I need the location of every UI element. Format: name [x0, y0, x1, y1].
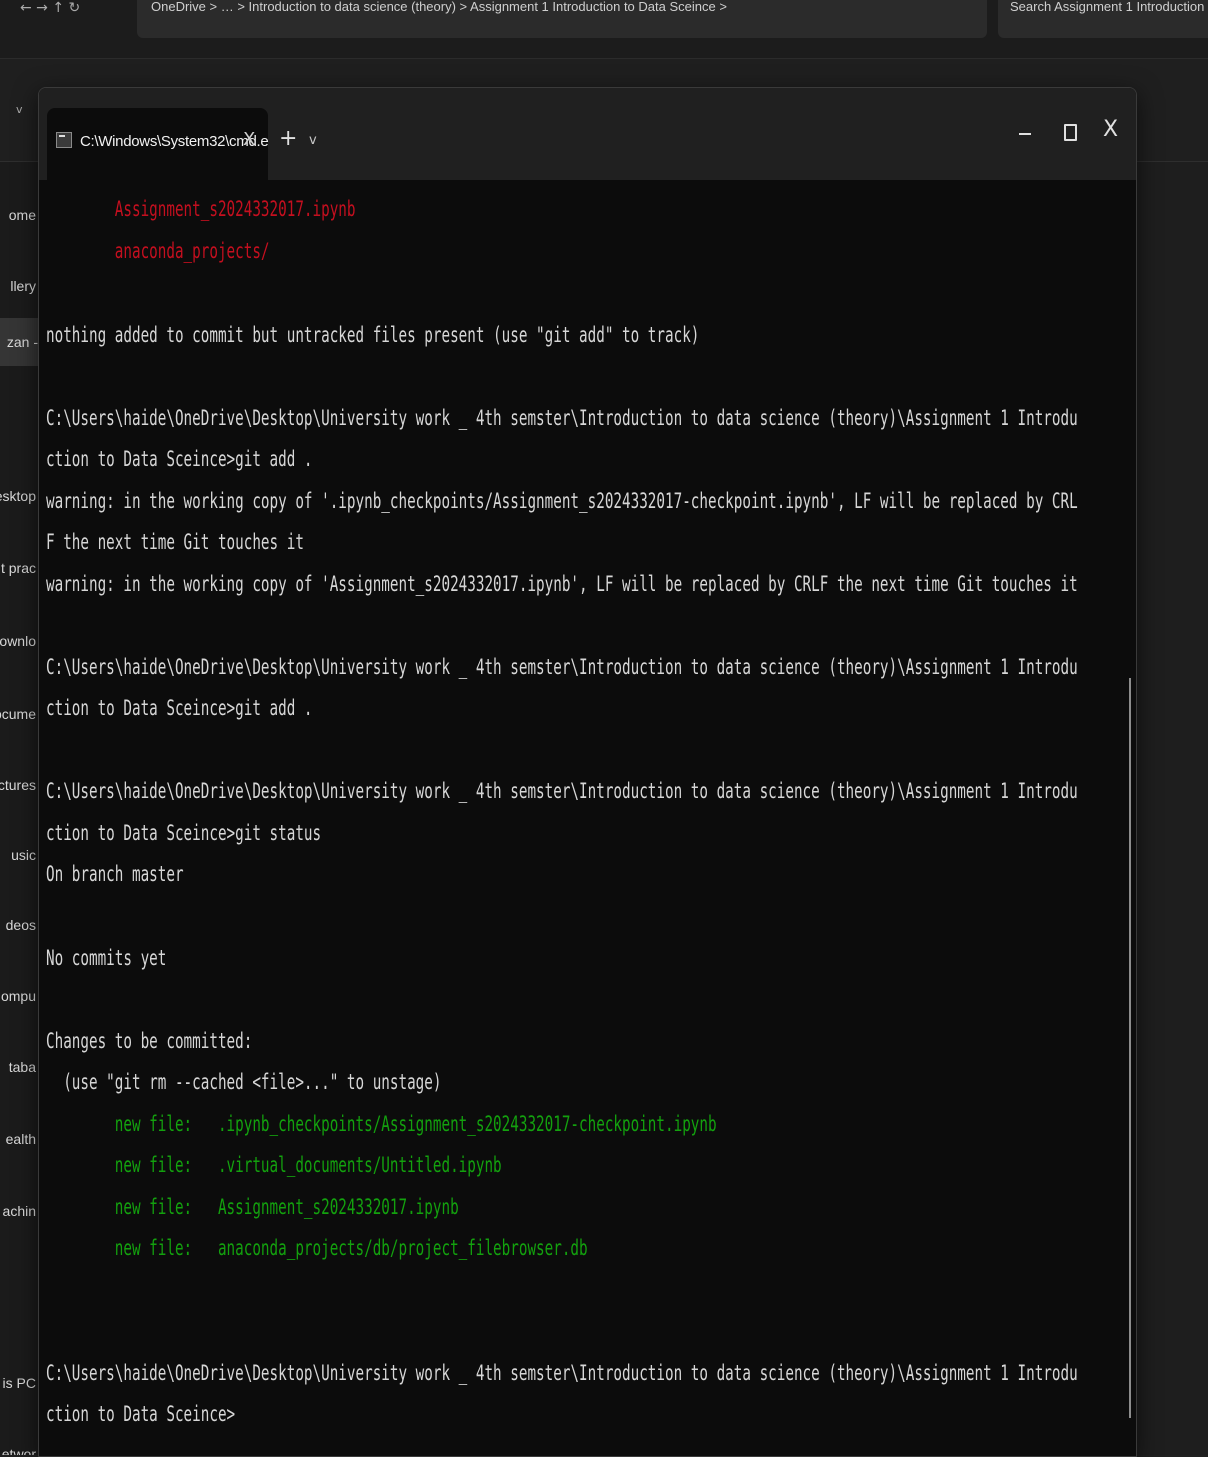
sidebar-item[interactable]: taba — [0, 1059, 36, 1075]
sidebar-item[interactable]: deos — [0, 917, 36, 933]
tab-close-icon[interactable]: X — [243, 129, 255, 150]
console-line: new file: Assignment_s2024332017.ipynb — [46, 1195, 459, 1219]
explorer-content-pane — [1135, 162, 1208, 1455]
new-tab-button[interactable]: + — [279, 128, 297, 150]
chevron-down-icon[interactable]: v — [309, 133, 317, 148]
sidebar-item[interactable]: etwor — [0, 1446, 36, 1455]
console-line: ction to Data Sceince>git add . — [46, 696, 313, 720]
console-line: anaconda_projects/ — [46, 239, 270, 263]
scrollbar[interactable] — [1129, 678, 1131, 1418]
maximize-button[interactable] — [1064, 124, 1077, 141]
console-line: warning: in the working copy of '.ipynb_… — [46, 489, 1078, 513]
console-line: On branch master — [46, 862, 184, 886]
sidebar-item[interactable]: ompu — [0, 988, 36, 1004]
sidebar-item[interactable]: ealth — [0, 1131, 36, 1147]
console-line: Changes to be committed: — [46, 1029, 253, 1053]
sidebar-item[interactable]: llery — [0, 278, 36, 294]
explorer-nav-arrows[interactable]: ← → ↑ ↻ — [20, 0, 80, 16]
terminal-title-bar: C:\Windows\System32\cmd.e X + v X — [39, 88, 1136, 180]
explorer-sidebar: ome llery zan - esktop t prac ownlo ocume cture… — [0, 162, 38, 1455]
tab-cmd[interactable]: C:\Windows\System32\cmd.e X — [47, 108, 269, 180]
console-line: F the next time Git touches it — [46, 530, 304, 554]
console-line: Assignment_s2024332017.ipynb — [46, 197, 356, 221]
console-line: ction to Data Sceince>git add . — [46, 447, 313, 471]
console-line: ction to Data Sceince> — [46, 1402, 236, 1426]
sidebar-item[interactable]: esktop — [0, 488, 36, 504]
console-line: C:\Users\haide\OneDrive\Desktop\Universi… — [46, 406, 1078, 430]
console-line: new file: anaconda_projects/db/project_f… — [46, 1236, 588, 1260]
console-line: ction to Data Sceince>git status — [46, 821, 322, 845]
console-line: new file: .virtual_documents/Untitled.ip… — [46, 1153, 502, 1177]
explorer-address-bar[interactable]: OneDrive > … > Introduction to data scie… — [137, 0, 987, 38]
tab-title: C:\Windows\System32\cmd.e — [80, 133, 269, 150]
console-line: C:\Users\haide\OneDrive\Desktop\Universi… — [46, 655, 1078, 679]
sidebar-item[interactable]: ctures — [0, 777, 36, 793]
sidebar-item[interactable]: is PC — [0, 1375, 36, 1391]
explorer-search-input[interactable]: Search Assignment 1 Introduction — [998, 0, 1208, 38]
console-line: new file: .ipynb_checkpoints/Assignment_… — [46, 1112, 717, 1136]
sidebar-item[interactable]: achin — [0, 1203, 36, 1219]
console-line: C:\Users\haide\OneDrive\Desktop\Universi… — [46, 779, 1078, 803]
minimize-button[interactable] — [1019, 133, 1031, 135]
console-line: C:\Users\haide\OneDrive\Desktop\Universi… — [46, 1361, 1078, 1385]
chevron-down-icon[interactable]: v — [16, 103, 23, 116]
console-line: warning: in the working copy of 'Assignm… — [46, 572, 1078, 596]
sidebar-item[interactable]: zan - — [0, 318, 38, 366]
sidebar-item[interactable]: ome — [0, 207, 36, 223]
console-line: (use "git rm --cached <file>..." to unst… — [46, 1070, 442, 1094]
console-output[interactable]: Assignment_s2024332017.ipynb anaconda_pr… — [46, 180, 1126, 1456]
console-line: No commits yet — [46, 946, 167, 970]
sidebar-item[interactable]: ocume — [0, 706, 36, 722]
close-button[interactable]: X — [1103, 118, 1118, 142]
sidebar-item[interactable]: usic — [0, 847, 36, 863]
terminal-window: C:\Windows\System32\cmd.e X + v X Assign… — [38, 87, 1137, 1457]
sidebar-item[interactable]: t prac — [0, 560, 36, 576]
cmd-icon — [56, 132, 72, 148]
explorer-title-bar: ← → ↑ ↻ OneDrive > … > Introduction to d… — [0, 0, 1208, 59]
console-line: nothing added to commit but untracked fi… — [46, 323, 700, 347]
sidebar-item[interactable]: ownlo — [0, 633, 36, 649]
